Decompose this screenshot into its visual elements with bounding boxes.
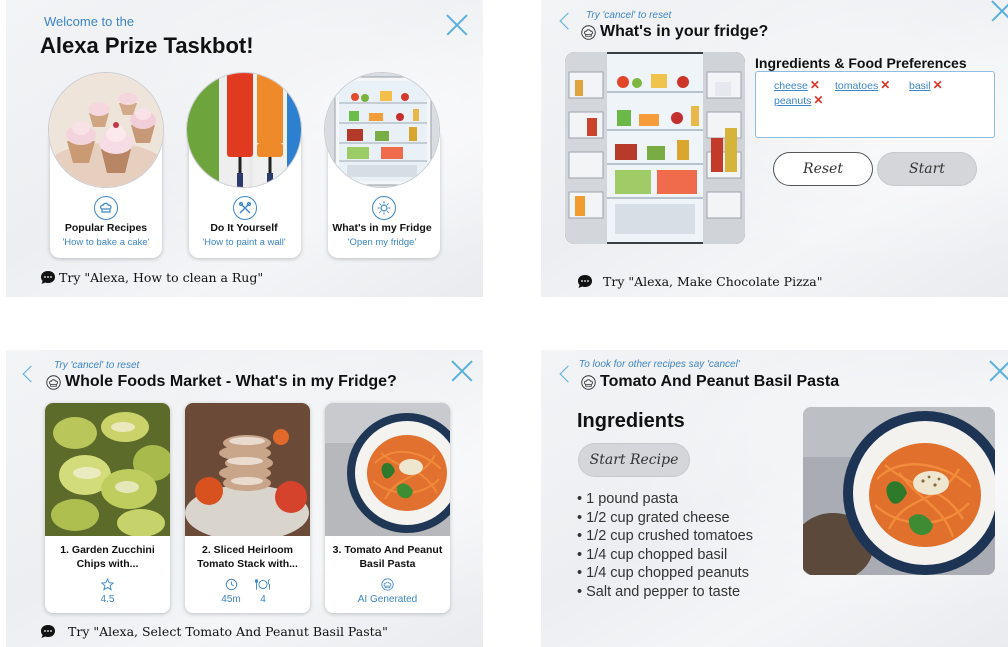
chef-icon bbox=[46, 375, 61, 390]
close-icon[interactable] bbox=[446, 14, 468, 36]
start-recipe-button[interactable]: Start Recipe bbox=[578, 443, 690, 477]
ingredients-heading: Ingredients bbox=[577, 410, 685, 432]
clock-icon bbox=[225, 578, 237, 591]
close-icon[interactable] bbox=[991, 0, 1008, 22]
screen-title-text: What's in your fridge? bbox=[600, 23, 769, 40]
chip-label: tomatoes bbox=[835, 80, 879, 92]
pasta-image bbox=[325, 403, 450, 536]
recipe-card[interactable]: 3. Tomato And Peanut Basil Pasta AI Gene… bbox=[325, 403, 450, 613]
cupcakes-image bbox=[48, 72, 164, 188]
rating-value: 4.5 bbox=[100, 594, 115, 605]
recipe-time: 45m bbox=[217, 578, 245, 605]
close-icon[interactable] bbox=[989, 360, 1008, 382]
preferences-heading: Ingredients & Food Preferences bbox=[755, 55, 967, 71]
remove-icon[interactable]: ✕ bbox=[810, 78, 820, 92]
close-icon[interactable] bbox=[451, 360, 473, 382]
chip-label: cheese bbox=[774, 80, 808, 92]
tools-icon bbox=[233, 196, 257, 220]
category-label: What's in my Fridge bbox=[332, 222, 432, 234]
back-chevron-icon[interactable] bbox=[559, 13, 569, 29]
recipe-card[interactable]: 1. Garden Zucchini Chips with... 4.5 bbox=[45, 403, 170, 613]
remove-icon[interactable]: ✕ bbox=[813, 93, 823, 107]
recipe-detail-panel: To look for other recipes say 'cancel' T… bbox=[541, 350, 1008, 647]
ingredient-item: 1/4 cup chopped basil bbox=[577, 546, 753, 565]
back-chevron-icon[interactable] bbox=[559, 366, 569, 382]
welcome-panel: Welcome to the Alexa Prize Taskbot! Popu… bbox=[6, 0, 483, 297]
cancel-hint: To look for other recipes say 'cancel' bbox=[579, 359, 740, 370]
tomato-stack-image bbox=[185, 403, 310, 536]
ingredient-item: 1/2 cup grated cheese bbox=[577, 509, 753, 528]
category-label: Popular Recipes bbox=[64, 222, 148, 234]
speech-bubble-icon bbox=[40, 624, 56, 639]
chip-label: peanuts bbox=[774, 95, 812, 107]
recipe-title: 2. Sliced Heirloom Tomato Stack with... bbox=[197, 544, 298, 570]
cancel-hint: Try 'cancel' to reset bbox=[54, 360, 140, 371]
start-button[interactable]: Start bbox=[877, 152, 977, 186]
recipe-title: 1. Garden Zucchini Chips with... bbox=[60, 544, 155, 570]
preferences-box[interactable]: cheese ✕ tomatoes ✕ basil ✕ peanuts ✕ bbox=[755, 71, 995, 138]
speech-bubble-icon bbox=[40, 270, 56, 285]
screen-title-text: Whole Foods Market - What's in my Fridge… bbox=[65, 373, 397, 390]
chef-icon bbox=[581, 375, 596, 390]
chip-label: basil bbox=[909, 80, 931, 92]
ingredient-item: Salt and pepper to taste bbox=[577, 583, 753, 602]
paint-rollers-image bbox=[186, 72, 302, 188]
ingredient-chip[interactable]: cheese ✕ bbox=[774, 78, 820, 92]
servings-value: 4 bbox=[260, 594, 266, 605]
voice-hint: Try "Alexa, Make Chocolate Pizza" bbox=[603, 274, 823, 289]
welcome-text: Welcome to the bbox=[44, 14, 135, 29]
ingredient-item: 1/2 cup crushed tomatoes bbox=[577, 527, 753, 546]
chef-hat-icon bbox=[94, 196, 118, 220]
star-icon bbox=[101, 578, 114, 591]
sun-icon bbox=[372, 196, 396, 220]
ingredient-item: 1 pound pasta bbox=[577, 490, 753, 509]
screen-title: What's in your fridge? bbox=[581, 23, 768, 41]
recipe-rating: 4.5 bbox=[45, 578, 170, 605]
recipe-badge: AI Generated bbox=[325, 578, 450, 605]
category-example: 'How to bake a cake' bbox=[62, 237, 150, 248]
back-chevron-icon[interactable] bbox=[22, 366, 32, 382]
badge-text: AI Generated bbox=[357, 594, 418, 605]
cancel-hint: Try 'cancel' to reset bbox=[586, 10, 672, 21]
recipe-servings: 4 bbox=[251, 578, 275, 605]
voice-hint: Try "Alexa, How to clean a Rug" bbox=[59, 270, 264, 285]
recipe-title: 3. Tomato And Peanut Basil Pasta bbox=[332, 544, 443, 570]
remove-icon[interactable]: ✕ bbox=[880, 78, 890, 92]
recipe-card[interactable]: 2. Sliced Heirloom Tomato Stack with... … bbox=[185, 403, 310, 613]
category-example: 'How to paint a wall' bbox=[202, 237, 286, 248]
zucchini-chips-image bbox=[45, 403, 170, 536]
ingredient-item: 1/4 cup chopped peanuts bbox=[577, 564, 753, 583]
fridge-photo bbox=[565, 52, 745, 244]
ingredient-chip[interactable]: basil ✕ bbox=[909, 78, 943, 92]
utensils-icon bbox=[255, 579, 270, 590]
time-value: 45m bbox=[221, 594, 241, 605]
voice-hint: Try "Alexa, Select Tomato And Peanut Bas… bbox=[68, 624, 388, 639]
page-title: Alexa Prize Taskbot! bbox=[40, 33, 254, 58]
category-label: Do It Yourself bbox=[210, 222, 278, 234]
reset-button[interactable]: Reset bbox=[773, 152, 873, 186]
fridge-input-panel: Try 'cancel' to reset What's in your fri… bbox=[541, 0, 1008, 297]
speech-bubble-icon bbox=[577, 274, 593, 289]
pasta-photo bbox=[803, 407, 995, 575]
ingredient-chip[interactable]: tomatoes ✕ bbox=[835, 78, 890, 92]
chef-icon bbox=[581, 25, 596, 40]
ingredient-chip[interactable]: peanuts ✕ bbox=[774, 93, 823, 107]
chef-icon bbox=[381, 578, 394, 591]
screen-title: Tomato And Peanut Basil Pasta bbox=[581, 373, 839, 391]
screen-title: Whole Foods Market - What's in my Fridge… bbox=[46, 373, 397, 391]
ingredient-list: 1 pound pasta 1/2 cup grated cheese 1/2 … bbox=[577, 490, 753, 601]
category-example: 'Open my fridge' bbox=[347, 237, 417, 248]
recipe-results-panel: Try 'cancel' to reset Whole Foods Market… bbox=[6, 350, 483, 647]
remove-icon[interactable]: ✕ bbox=[933, 78, 943, 92]
screen-title-text: Tomato And Peanut Basil Pasta bbox=[600, 373, 840, 390]
open-fridge-image bbox=[324, 72, 440, 188]
